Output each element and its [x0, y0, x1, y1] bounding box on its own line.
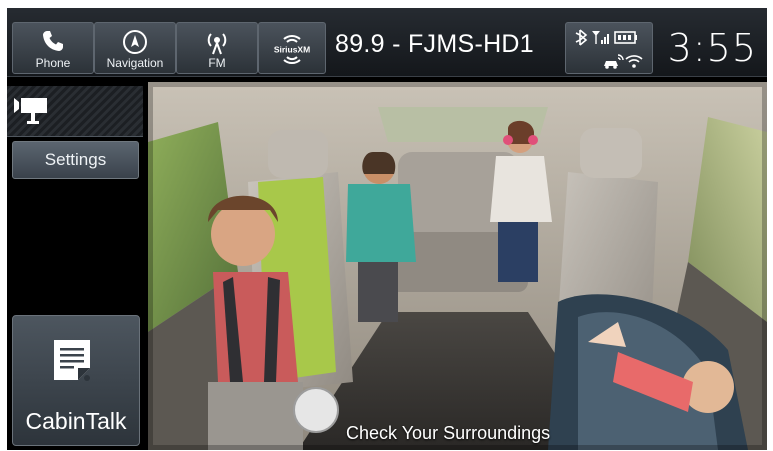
phone-icon [13, 29, 93, 58]
clock: 3:55 [667, 26, 757, 70]
siriusxm-logo: SiriusXM [259, 27, 325, 76]
cabin-camera-view: Check Your Surroundings [148, 82, 767, 450]
signal-icon [592, 31, 609, 44]
phone-button[interactable]: Phone [12, 22, 94, 74]
car-wifi-icon [604, 54, 624, 69]
cabin-camera-image [148, 82, 767, 450]
fm-label: FM [208, 56, 226, 70]
battery-icon [614, 31, 637, 44]
navigation-button[interactable]: Navigation [94, 22, 176, 74]
phone-label: Phone [35, 56, 71, 70]
fm-button[interactable]: FM [176, 22, 258, 74]
status-button[interactable] [565, 22, 653, 74]
bluetooth-icon [575, 29, 588, 46]
notepad-icon [50, 338, 94, 389]
check-surroundings-warning: Check Your Surroundings [346, 423, 551, 443]
cabintalk-label: CabinTalk [25, 408, 127, 434]
settings-button[interactable]: Settings [12, 141, 139, 179]
top-bar: Phone Navigation FM SiriusXM 89.9 - FJMS… [7, 8, 767, 77]
siriusxm-button[interactable]: SiriusXM [258, 22, 326, 74]
camera-mode-button[interactable] [7, 86, 143, 137]
svg-text:SiriusXM: SiriusXM [274, 45, 310, 55]
cabintalk-button[interactable]: CabinTalk [12, 315, 140, 446]
camera-icon [13, 96, 55, 133]
station-display: 89.9 - FJMS-HD1 [335, 30, 534, 58]
wifi-icon [625, 55, 643, 68]
infotainment-screen: Phone Navigation FM SiriusXM 89.9 - FJMS… [7, 8, 767, 450]
navigation-label: Navigation [106, 56, 164, 70]
